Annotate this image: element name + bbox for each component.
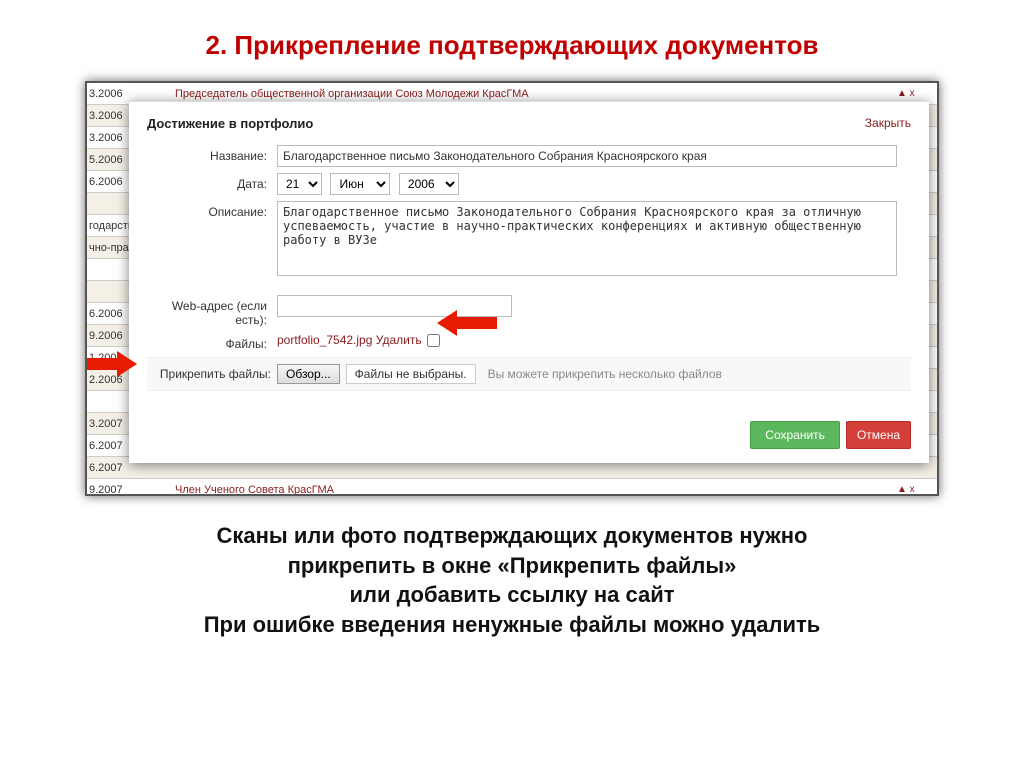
bg-date: 6.2007: [87, 462, 142, 474]
achievement-dialog: Достижение в портфолио Закрыть Название:…: [129, 101, 929, 463]
label-web: Web-адрес (если есть):: [147, 295, 277, 327]
month-select[interactable]: Июн: [330, 173, 390, 195]
bg-text: Член Ученого Совета КрасГМА: [167, 484, 897, 496]
label-date: Дата:: [147, 173, 277, 191]
dialog-header: Достижение в портфолио Закрыть: [147, 116, 911, 131]
caption-line3: или добавить ссылку на сайт: [40, 580, 984, 610]
year-select[interactable]: 2006: [399, 173, 459, 195]
caption-line4: При ошибке введения ненужные файлы можно…: [40, 610, 984, 640]
arrow-attach-icon: [85, 349, 137, 379]
dialog-footer: Сохранить Отмена: [147, 421, 911, 449]
save-button[interactable]: Сохранить: [750, 421, 840, 449]
screenshot-frame: 3.2006 Председатель общественной организа…: [85, 81, 939, 496]
bg-date: 3.2006: [87, 88, 142, 100]
attach-hint: Вы можете прикрепить несколько файлов: [488, 367, 722, 381]
caption-line2: прикрепить в окне «Прикрепить файлы»: [40, 551, 984, 581]
description-textarea[interactable]: Благодарственное письмо Законодательного…: [277, 201, 897, 276]
table-row: 9.2007 Член Ученого Совета КрасГМА▲ x: [87, 479, 937, 496]
dialog-title: Достижение в портфолио: [147, 116, 313, 131]
row-attach: Прикрепить файлы: Обзор... Файлы не выбр…: [147, 357, 911, 391]
slide-caption: Сканы или фото подтверждающих документов…: [0, 496, 1024, 640]
browse-button[interactable]: Обзор...: [277, 364, 340, 384]
caption-line1: Сканы или фото подтверждающих документов…: [40, 521, 984, 551]
name-input[interactable]: [277, 145, 897, 167]
row-name: Название:: [147, 145, 911, 167]
bg-text: Председатель общественной организации Со…: [167, 88, 897, 100]
delete-file-link[interactable]: Удалить: [376, 333, 422, 347]
slide-title: 2. Прикрепление подтверждающих документо…: [0, 0, 1024, 81]
row-web: Web-адрес (если есть):: [147, 295, 911, 327]
bg-date: 9.2007: [87, 484, 142, 496]
no-files-text: Файлы не выбраны.: [346, 364, 476, 384]
label-attach: Прикрепить файлы:: [147, 367, 277, 381]
close-link[interactable]: Закрыть: [865, 116, 911, 131]
label-name: Название:: [147, 145, 277, 163]
bg-actions: ▲ x: [897, 484, 937, 495]
file-link[interactable]: portfolio_7542.jpg: [277, 333, 372, 347]
bg-actions: ▲ x: [897, 88, 937, 99]
row-date: Дата: 21 Июн 2006: [147, 173, 911, 195]
day-select[interactable]: 21: [277, 173, 322, 195]
row-files: Файлы: portfolio_7542.jpg Удалить: [147, 333, 911, 351]
label-description: Описание:: [147, 201, 277, 219]
arrow-delete-icon: [437, 308, 497, 338]
cancel-button[interactable]: Отмена: [846, 421, 911, 449]
label-files: Файлы:: [147, 333, 277, 351]
row-description: Описание: Благодарственное письмо Законо…: [147, 201, 911, 281]
